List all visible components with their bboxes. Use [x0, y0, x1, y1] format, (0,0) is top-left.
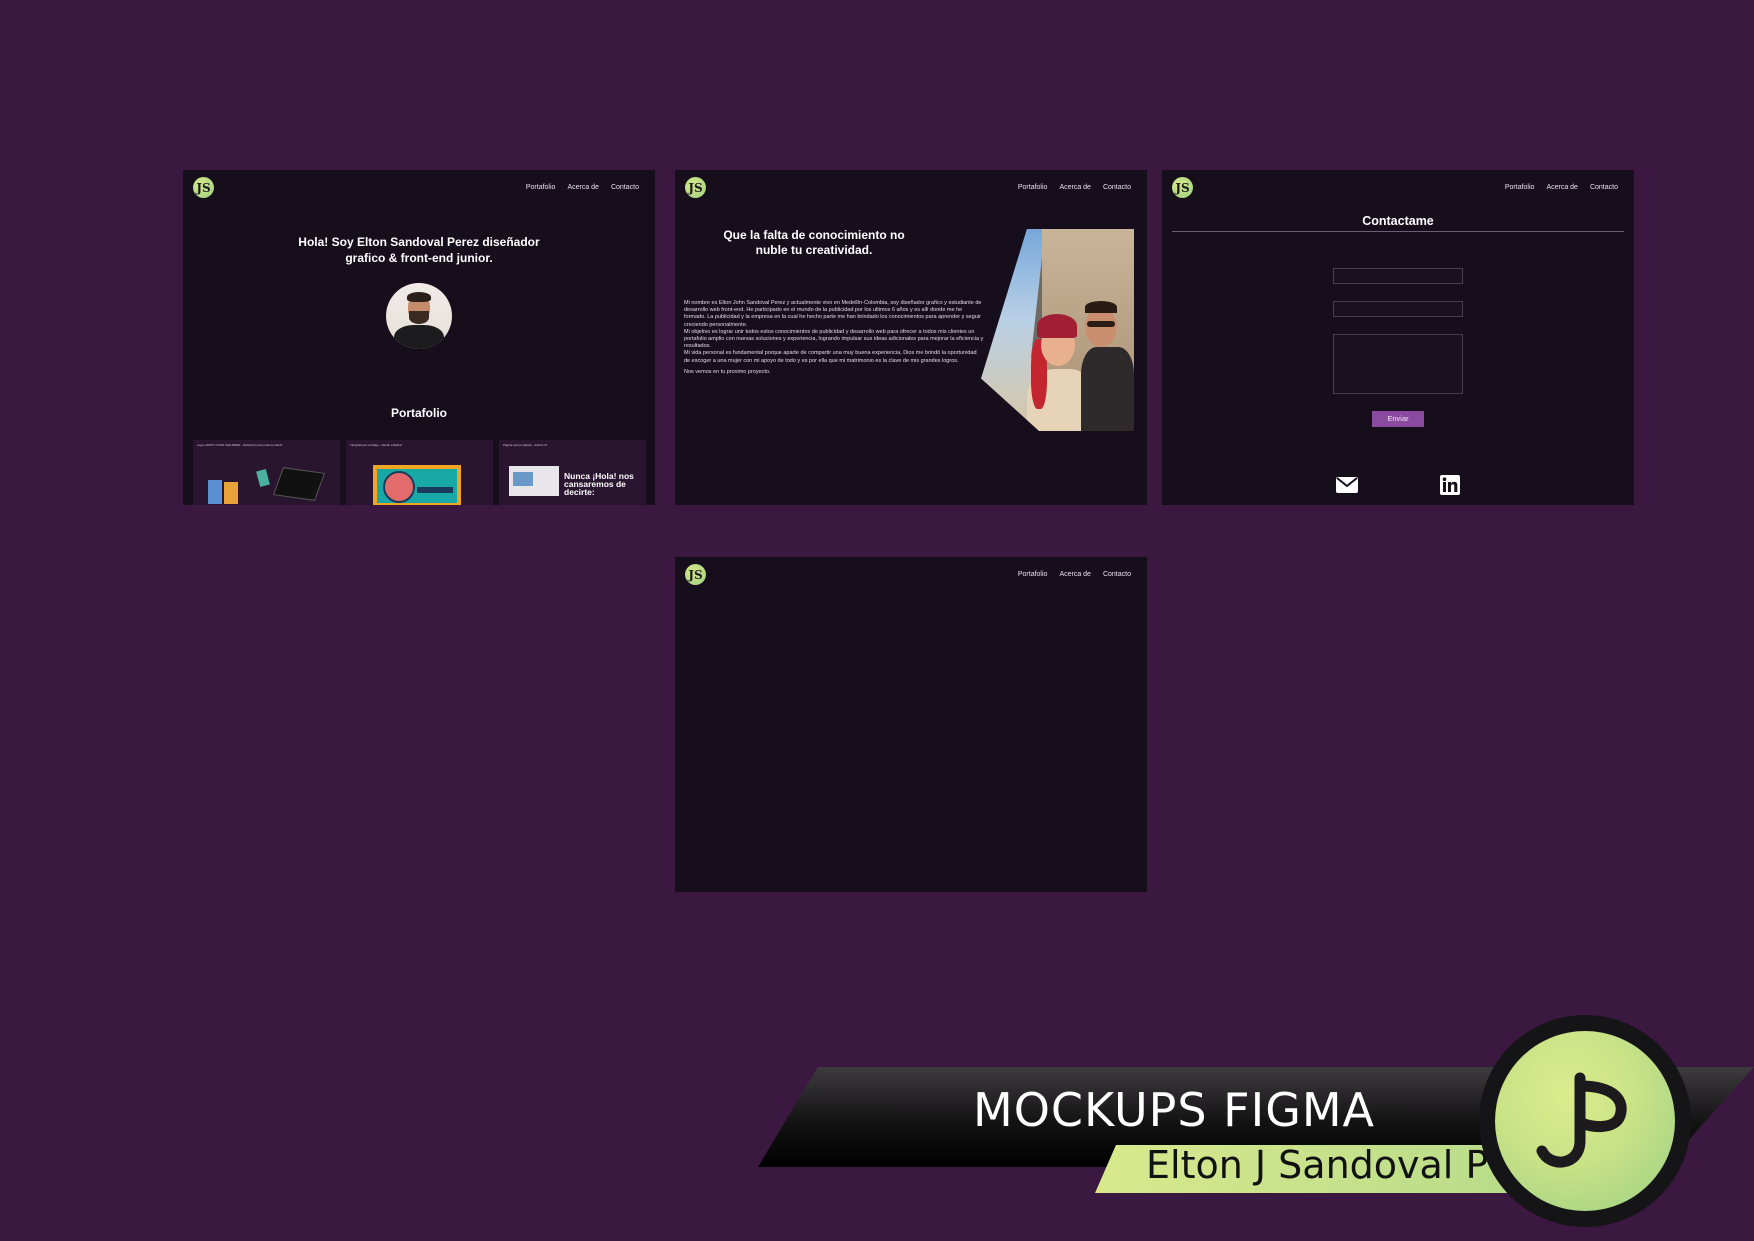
poster-image [373, 465, 461, 505]
book-image [224, 482, 238, 504]
quote-line-1: Que la falta de conocimiento no [723, 228, 905, 242]
hero-line-2: grafico & front-end junior. [345, 251, 493, 265]
send-button[interactable]: Enviar [1372, 411, 1424, 427]
about-paragraph: Mi vida personal es fundamental porque a… [684, 350, 977, 364]
email-field[interactable] [1333, 301, 1463, 317]
mail-icon[interactable] [1336, 475, 1358, 495]
quote-line-2: nuble tu creatividad. [755, 243, 873, 257]
about-text: Mi nombre es Elton John Sandoval Perez y… [684, 300, 984, 376]
thumb-caption: Infografía de reciclaje - diseño editori… [350, 443, 402, 447]
hero-line-1: Hola! Soy Elton Sandoval Perez diseñador [298, 235, 540, 249]
thumb-big-text: Nunca ¡Hola! nos cansaremos de decirte: [564, 471, 634, 497]
thumb-caption: Logo HAPPY FOOD CHILDREN - Ilustración p… [197, 443, 283, 447]
nav-portafolio[interactable]: Portafolio [1018, 184, 1048, 191]
logo-icon[interactable]: JS [685, 177, 706, 198]
top-nav: Portafolio Acerca de Contacto [526, 184, 639, 191]
about-paragraph: Mi nombre es Elton John Sandoval Perez y… [684, 300, 982, 328]
linkedin-icon[interactable] [1440, 475, 1462, 495]
laptop-image [272, 467, 326, 501]
webpage-image [509, 466, 559, 496]
mockup-contact: JS Portafolio Acerca de Contacto Contact… [1162, 170, 1634, 505]
nav-acerca-de[interactable]: Acerca de [1546, 184, 1578, 191]
banner-title: MOCKUPS FIGMA [973, 1083, 1376, 1137]
portfolio-thumb[interactable]: Logo HAPPY FOOD CHILDREN - Ilustración p… [193, 440, 340, 505]
portfolio-thumb[interactable]: Página web portafolio - diseño UI Nunca … [499, 440, 646, 505]
mockup-about: JS Portafolio Acerca de Contacto Que la … [675, 170, 1147, 505]
divider [1172, 231, 1624, 232]
mockup-home: JS Portafolio Acerca de Contacto Hola! S… [183, 170, 655, 505]
couple-photo [981, 229, 1134, 431]
nav-portafolio[interactable]: Portafolio [526, 184, 556, 191]
logo-icon[interactable]: JS [1172, 177, 1193, 198]
nav-acerca-de[interactable]: Acerca de [1059, 184, 1091, 191]
portfolio-title: Portafolio [391, 406, 447, 420]
logo-icon[interactable]: JS [193, 177, 214, 198]
nav-portafolio[interactable]: Portafolio [1018, 571, 1048, 578]
mockup-blank: JS Portafolio Acerca de Contacto [675, 557, 1147, 892]
nav-contacto[interactable]: Contacto [1103, 184, 1131, 191]
thumb-caption: Página web portafolio - diseño UI [503, 443, 548, 447]
phone-image [256, 468, 270, 488]
nav-acerca-de[interactable]: Acerca de [567, 184, 599, 191]
nav-contacto[interactable]: Contacto [1590, 184, 1618, 191]
banner-subtitle: Elton J Sandoval P [1146, 1143, 1489, 1187]
nav-contacto[interactable]: Contacto [1103, 571, 1131, 578]
nav-portafolio[interactable]: Portafolio [1505, 184, 1535, 191]
contact-title: Contactame [1362, 214, 1434, 228]
portfolio-thumb[interactable]: Infografía de reciclaje - diseño editori… [346, 440, 493, 505]
about-paragraph: Mi objetivo es lograr unir todos estos c… [684, 328, 984, 350]
nav-contacto[interactable]: Contacto [611, 184, 639, 191]
quote-title: Que la falta de conocimiento no nuble tu… [699, 228, 929, 258]
hero-title: Hola! Soy Elton Sandoval Perez diseñador… [183, 234, 655, 266]
nav-acerca-de[interactable]: Acerca de [1059, 571, 1091, 578]
message-field[interactable] [1333, 334, 1463, 394]
top-nav: Portafolio Acerca de Contacto [1018, 184, 1131, 191]
top-nav: Portafolio Acerca de Contacto [1018, 571, 1131, 578]
about-paragraph: Nos vemos en tu proximo proyecto. [684, 368, 771, 375]
big-logo-icon [1495, 1031, 1675, 1211]
avatar [386, 283, 452, 349]
top-nav: Portafolio Acerca de Contacto [1505, 184, 1618, 191]
name-field[interactable] [1333, 268, 1463, 284]
book-image [208, 480, 222, 504]
logo-icon[interactable]: JS [685, 564, 706, 585]
